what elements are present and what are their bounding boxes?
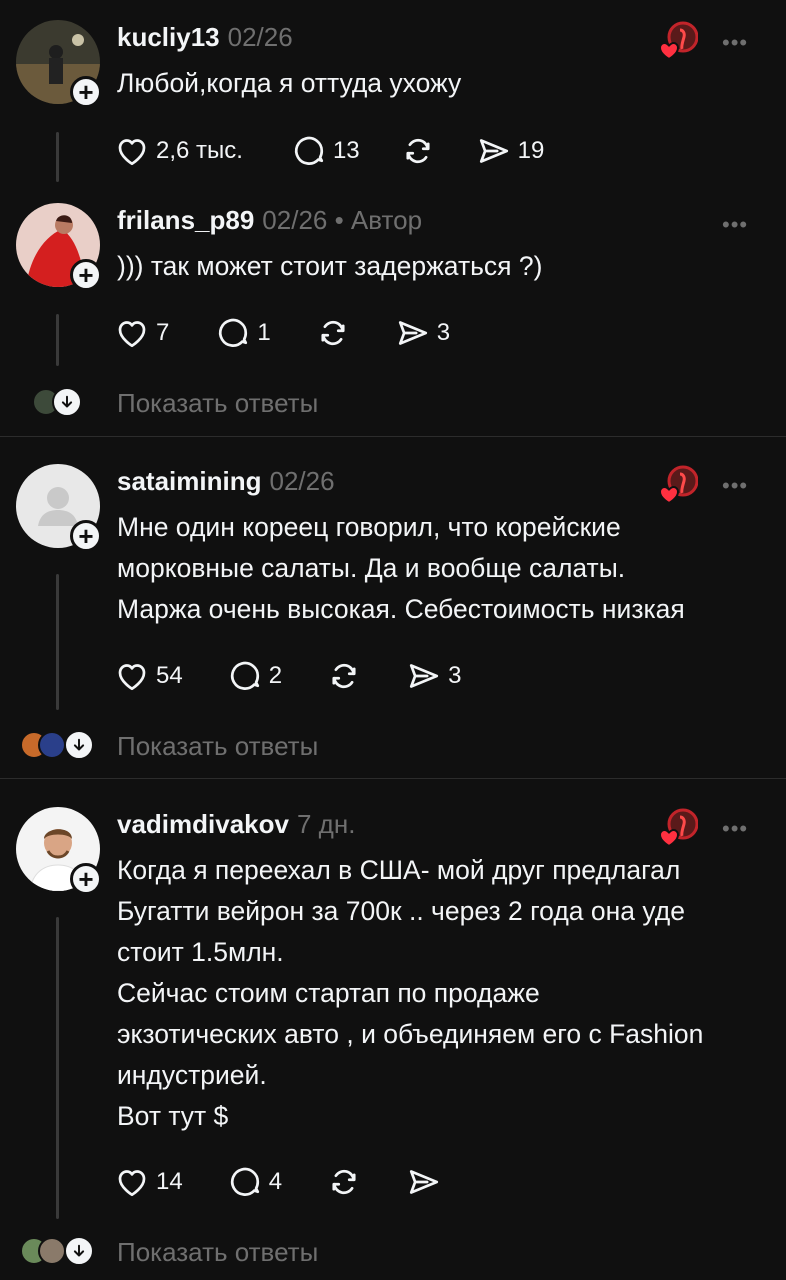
- reply-count: 2: [268, 662, 283, 689]
- repost-icon: [400, 133, 436, 169]
- username-text[interactable]: frilans_p89: [117, 205, 254, 235]
- follow-plus-icon[interactable]: +: [70, 76, 102, 108]
- send-icon: [406, 1164, 442, 1200]
- follow-plus-icon[interactable]: +: [70, 520, 102, 552]
- heart-icon: [114, 315, 150, 351]
- repost-button[interactable]: [326, 658, 362, 694]
- repost-icon: [326, 1164, 362, 1200]
- like-count: 14: [156, 1168, 183, 1195]
- username-text[interactable]: kucliy13: [117, 22, 220, 52]
- divider: [0, 436, 786, 437]
- reply-count: 4: [268, 1168, 283, 1195]
- share-count: 19: [517, 137, 545, 164]
- like-button[interactable]: 2,6 тыс.: [114, 133, 243, 169]
- username[interactable]: sataimining 02/26: [117, 466, 335, 497]
- thread-line: [56, 574, 59, 710]
- like-button[interactable]: 54: [114, 658, 183, 694]
- arrow-down-icon[interactable]: [64, 1236, 94, 1266]
- username-text[interactable]: vadimdivakov: [117, 809, 289, 839]
- more-icon[interactable]: •••: [722, 816, 748, 842]
- like-button[interactable]: 14: [114, 1164, 183, 1200]
- reply-button[interactable]: 4: [227, 1164, 282, 1200]
- action-bar: 14 4: [114, 1162, 448, 1202]
- heart-icon: [114, 133, 150, 169]
- action-bar: 7 1 3: [114, 313, 450, 353]
- heart-icon: [114, 1164, 150, 1200]
- send-icon: [476, 133, 512, 169]
- comment-meta: 02/26: [227, 22, 293, 52]
- send-icon: [406, 658, 442, 694]
- comment-icon: [215, 315, 251, 351]
- reply-avatar: [38, 731, 66, 759]
- action-bar: 2,6 тыс. 13 19: [114, 131, 544, 171]
- share-count: 3: [436, 319, 451, 346]
- more-icon[interactable]: •••: [722, 212, 748, 238]
- divider: [0, 778, 786, 779]
- reply-button[interactable]: 2: [227, 658, 282, 694]
- like-button[interactable]: 7: [114, 315, 169, 351]
- reply-count: 13: [332, 137, 360, 164]
- comment-text: ))) так может стоит задержаться ?): [117, 251, 543, 281]
- more-icon[interactable]: •••: [722, 30, 748, 56]
- liked-by-author-icon: [658, 20, 698, 60]
- share-button[interactable]: 19: [476, 133, 545, 169]
- liked-by-author-icon: [658, 807, 698, 847]
- like-count: 54: [156, 662, 183, 689]
- username[interactable]: frilans_p89 02/26 • Автор: [117, 205, 422, 236]
- show-replies-link[interactable]: Показать ответы: [117, 731, 318, 762]
- thread-line: [56, 132, 59, 182]
- more-icon[interactable]: •••: [722, 473, 748, 499]
- repost-icon: [315, 315, 351, 351]
- share-button[interactable]: [406, 1164, 448, 1200]
- comment-text: Когда я переехал в США- мой друг предлаг…: [117, 855, 704, 1131]
- repost-button[interactable]: [315, 315, 351, 351]
- comment-meta: 02/26 • Автор: [262, 205, 423, 235]
- heart-icon: [114, 658, 150, 694]
- repost-icon: [326, 658, 362, 694]
- username[interactable]: kucliy13 02/26: [117, 22, 293, 53]
- liked-by-author-icon: [658, 464, 698, 504]
- username-text[interactable]: sataimining: [117, 466, 261, 496]
- reply-button[interactable]: 13: [291, 133, 360, 169]
- comment-meta: 7 дн.: [296, 809, 356, 839]
- thread-line: [56, 314, 59, 366]
- share-count: 3: [448, 662, 462, 689]
- comment-meta: 02/26: [269, 466, 335, 496]
- comment-text: Мне один кореец говорил, что корейские м…: [117, 512, 685, 624]
- action-bar: 54 2 3: [114, 656, 461, 696]
- arrow-down-icon[interactable]: [52, 387, 82, 417]
- like-count: 7: [156, 319, 170, 346]
- show-replies-link[interactable]: Показать ответы: [117, 1237, 318, 1268]
- like-count: 2,6 тыс.: [156, 137, 243, 164]
- follow-plus-icon[interactable]: +: [70, 863, 102, 895]
- reply-button[interactable]: 1: [215, 315, 271, 351]
- send-icon: [395, 315, 431, 351]
- show-replies-link[interactable]: Показать ответы: [117, 388, 318, 419]
- comment-icon: [227, 1164, 263, 1200]
- comment-icon: [291, 133, 327, 169]
- share-button[interactable]: 3: [395, 315, 450, 351]
- username[interactable]: vadimdivakov 7 дн.: [117, 809, 355, 840]
- comment-icon: [227, 658, 263, 694]
- repost-button[interactable]: [400, 133, 436, 169]
- reply-avatar: [38, 1237, 66, 1265]
- repost-button[interactable]: [326, 1164, 362, 1200]
- thread-line: [56, 917, 59, 1219]
- comment-text: Любой,когда я оттуда ухожу: [117, 68, 462, 98]
- follow-plus-icon[interactable]: +: [70, 259, 102, 291]
- reply-count: 1: [257, 319, 271, 346]
- share-button[interactable]: 3: [406, 658, 461, 694]
- arrow-down-icon[interactable]: [64, 730, 94, 760]
